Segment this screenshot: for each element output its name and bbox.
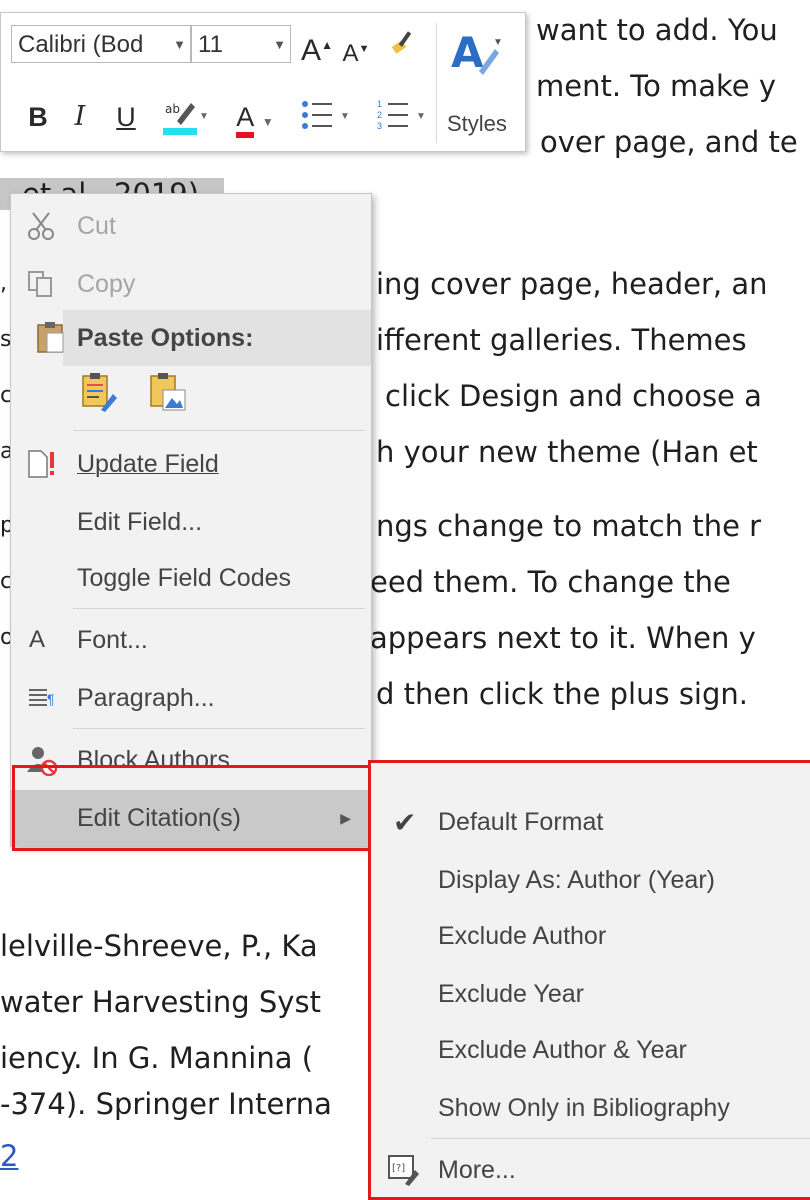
mini-toolbar: Calibri (Bod ▼ 11 ▼ A▲ A▼ A ▼ B I U ab ▼: [0, 12, 526, 152]
doc-line: over page, and te: [540, 125, 798, 159]
reference-line: -374). Springer Interna: [0, 1087, 332, 1121]
chevron-down-icon: ▼: [273, 37, 286, 52]
bold-button[interactable]: B: [21, 97, 55, 137]
font-icon: A: [29, 626, 46, 653]
paste-options-header: Paste Options:: [63, 310, 371, 366]
reference-link[interactable]: 2: [0, 1140, 18, 1172]
menu-item-cut[interactable]: Cut: [11, 198, 371, 254]
paste-picture-icon: [150, 373, 186, 411]
format-painter-button[interactable]: [385, 25, 425, 65]
chevron-down-icon: ▼: [261, 115, 274, 129]
svg-text:▼: ▼: [416, 111, 426, 122]
paragraph-icon: ¶: [29, 689, 55, 707]
menu-item-label: Font...: [77, 626, 148, 654]
doc-line: click Design and choose a: [385, 379, 762, 413]
scissors-icon: [28, 212, 54, 240]
doc-line: d then click the plus sign.: [376, 677, 748, 711]
reference-line: iency. In G. Mannina (: [0, 1041, 314, 1075]
edit-citation-highlight-box: [12, 765, 372, 851]
menu-item-label: Edit Field...: [77, 508, 203, 536]
svg-text:▼: ▼: [493, 37, 503, 48]
menu-separator: [73, 430, 365, 431]
menu-item-toggle-field-codes[interactable]: Toggle Field Codes: [11, 550, 371, 606]
svg-text:▼: ▼: [199, 111, 207, 122]
reference-line: lelville-Shreeve, P., Ka: [0, 929, 318, 963]
update-field-icon: [28, 450, 54, 478]
shrink-font-button[interactable]: A▼: [341, 29, 371, 69]
styles-label: Styles: [447, 111, 507, 136]
italic-button[interactable]: I: [65, 97, 95, 137]
doc-line: eed them. To change the: [370, 565, 731, 599]
svg-text:¶: ¶: [47, 691, 55, 707]
menu-item-copy[interactable]: Copy: [11, 256, 371, 312]
font-color-icon: A: [236, 102, 255, 138]
menu-item-label: Paste Options:: [77, 324, 254, 352]
font-size-value: 11: [198, 31, 223, 58]
menu-item-label: Update Field: [77, 450, 219, 478]
svg-text:3: 3: [377, 121, 382, 131]
font-name-value: Calibri (Bod: [18, 31, 144, 58]
format-painter-icon: [391, 31, 412, 54]
menu-item-label: Toggle Field Codes: [77, 564, 292, 592]
doc-line: ifferent galleries. Themes: [376, 323, 747, 357]
menu-separator: [73, 608, 365, 609]
doc-line: ment. To make y: [536, 69, 777, 103]
grow-font-button[interactable]: A▲: [299, 25, 335, 67]
numbered-list-icon: 1 2 3 ▼: [377, 99, 426, 131]
underline-button[interactable]: U: [111, 97, 141, 137]
doc-line: want to add. You: [536, 13, 778, 47]
toolbar-divider: [436, 23, 437, 143]
doc-line: ing cover page, header, an: [376, 267, 768, 301]
svg-text:ab: ab: [165, 102, 180, 116]
context-menu: Cut Copy Paste Options: Update Field Edi…: [10, 193, 372, 847]
menu-item-update-field[interactable]: Update Field: [11, 436, 371, 492]
shrink-font-icon: A: [342, 40, 359, 67]
grow-font-icon: A: [301, 34, 322, 67]
menu-item-label: Copy: [77, 270, 136, 298]
svg-text:2: 2: [377, 110, 382, 120]
menu-item-label: Cut: [77, 212, 116, 240]
svg-text:1: 1: [377, 99, 382, 109]
font-color-button[interactable]: A ▼: [225, 97, 285, 138]
font-size-combo[interactable]: 11 ▼: [191, 25, 291, 63]
numbering-button[interactable]: 1 2 3 ▼: [367, 97, 437, 137]
doc-fragment: ,: [0, 271, 7, 296]
doc-line: appears next to it. When y: [370, 621, 756, 655]
bullet-list-icon: ▼: [302, 101, 350, 129]
doc-line: ngs change to match the r: [376, 509, 762, 543]
highlight-button[interactable]: ab ▼: [155, 97, 215, 137]
submenu-highlight-box: [368, 760, 810, 1200]
menu-item-font[interactable]: A Font...: [11, 612, 371, 668]
paste-keep-formatting-icon: [82, 373, 117, 412]
copy-icon: [28, 271, 52, 297]
highlighter-icon: ab ▼: [163, 102, 209, 135]
svg-text:A: A: [451, 28, 484, 77]
doc-line: h your new theme (Han et: [376, 435, 758, 469]
styles-icon: A ▼: [451, 28, 503, 77]
chevron-down-icon: ▼: [173, 37, 186, 52]
svg-text:▼: ▼: [340, 111, 350, 122]
font-name-combo[interactable]: Calibri (Bod ▼: [11, 25, 191, 63]
styles-button[interactable]: A ▼: [447, 27, 503, 93]
reference-line: water Harvesting Syst: [0, 985, 321, 1019]
paste-keep-formatting-button[interactable]: [77, 370, 125, 416]
paste-picture-button[interactable]: [145, 370, 193, 416]
paste-icon: [37, 322, 64, 353]
menu-separator: [73, 728, 365, 729]
menu-item-paragraph[interactable]: ¶ Paragraph...: [11, 670, 371, 726]
bullets-button[interactable]: ▼: [291, 97, 361, 137]
menu-item-edit-field[interactable]: Edit Field...: [11, 494, 371, 550]
menu-item-label: Paragraph...: [77, 684, 215, 712]
